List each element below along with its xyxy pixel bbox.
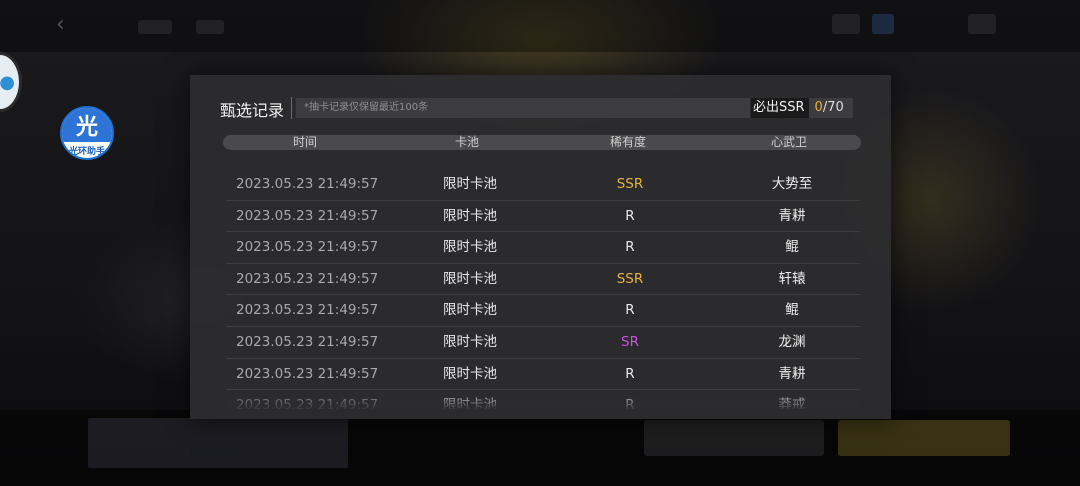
record-rarity: SSR: [616, 176, 644, 192]
pity-counter: 必出SSR 0/70: [751, 98, 853, 118]
list-fade-overlay: [226, 389, 860, 409]
record-row: 2023.05.23 21:49:57 限时卡池 R 鲲: [226, 295, 860, 327]
record-pool: 限时卡池: [443, 176, 497, 192]
background-icon: [968, 14, 996, 34]
background-tab: [138, 20, 172, 34]
record-rarity: R: [625, 365, 635, 382]
column-header-weapon: 心武卫: [770, 135, 808, 149]
record-time: 2023.05.23 21:49:57: [236, 365, 379, 382]
record-row: 2023.05.23 21:49:57 限时卡池 R 青耕: [226, 359, 860, 391]
record-weapon: 轩辕: [778, 270, 806, 287]
record-notice: *抽卡记录仅保留最近100条: [296, 98, 750, 118]
record-time: 2023.05.23 21:49:57: [236, 239, 379, 256]
back-arrow-icon[interactable]: ‹: [56, 12, 84, 40]
record-time: 2023.05.23 21:49:57: [236, 270, 379, 287]
record-row: 2023.05.23 21:49:57 限时卡池 SSR 轩辕: [226, 264, 860, 296]
gacha-record-panel: 甄选记录 *抽卡记录仅保留最近100条 必出SSR 0/70 时间 卡池 稀有度…: [190, 75, 891, 419]
pity-label: 必出SSR: [751, 98, 809, 118]
record-row: 2023.05.23 21:49:57 限时卡池 R 青耕: [226, 201, 860, 233]
record-time: 2023.05.23 21:49:57: [236, 207, 379, 224]
title-divider: [291, 97, 292, 119]
column-header-time: 时间: [292, 135, 318, 149]
record-weapon: 龙渊: [778, 333, 806, 350]
record-pool: 限时卡池: [443, 333, 497, 350]
helper-badge-label: 光环助手: [68, 147, 105, 157]
pity-count: 0/70: [808, 98, 853, 118]
background-icon: [832, 14, 860, 34]
record-rarity: R: [625, 207, 635, 224]
record-time: 2023.05.23 21:49:57: [236, 333, 379, 350]
record-weapon: 鲲: [785, 302, 799, 319]
record-pool: 限时卡池: [443, 207, 497, 224]
record-rarity: R: [625, 302, 635, 319]
record-weapon: 大势至: [771, 176, 813, 192]
record-pool: 限时卡池: [443, 239, 497, 256]
background-tab: [196, 20, 224, 34]
record-row: 2023.05.23 21:49:57 限时卡池 SR 龙渊: [226, 327, 860, 359]
pity-total: /70: [822, 100, 844, 115]
record-pool: 限时卡池: [443, 365, 497, 382]
panel-title: 甄选记录: [220, 101, 285, 120]
helper-badge-glyph: 光: [62, 108, 112, 142]
record-pool: 限时卡池: [443, 302, 497, 319]
record-weapon: 青耕: [778, 365, 806, 382]
column-header-rarity: 稀有度: [609, 135, 647, 149]
record-pool: 限时卡池: [443, 270, 497, 287]
record-time: 2023.05.23 21:49:57: [236, 176, 379, 192]
record-list[interactable]: 2023.05.23 21:49:57 限时卡池 SSR 大势至 2023.05.23 …: [226, 169, 860, 409]
record-weapon: 鲲: [785, 239, 799, 256]
background-button: [644, 420, 824, 456]
background-banner: [88, 418, 348, 468]
record-time: 2023.05.23 21:49:57: [236, 302, 379, 319]
background-icon: [872, 14, 894, 34]
record-rarity: R: [625, 239, 635, 256]
background-button: [838, 420, 1010, 456]
record-rarity: SR: [621, 333, 639, 350]
table-header: 时间 卡池 稀有度 心武卫: [223, 135, 861, 150]
record-row: 2023.05.23 21:49:57 限时卡池 SSR 大势至: [226, 169, 860, 201]
pity-current: 0: [814, 100, 823, 115]
record-row: 2023.05.23 21:49:57 限时卡池 R 鲲: [226, 232, 860, 264]
column-header-pool: 卡池: [454, 135, 480, 149]
record-weapon: 青耕: [778, 207, 806, 224]
record-rarity: SSR: [616, 270, 644, 287]
helper-app-badge[interactable]: 光 光环助手: [60, 106, 114, 160]
